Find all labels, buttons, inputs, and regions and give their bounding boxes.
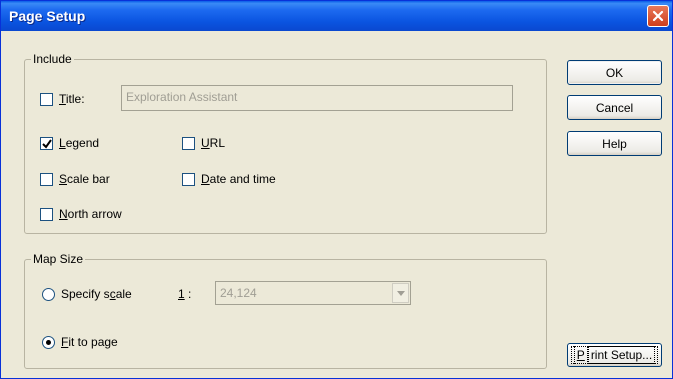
- url-checkbox[interactable]: URL: [182, 136, 225, 150]
- title-checkbox-label: Title:: [59, 92, 85, 106]
- scale-bar-checkbox[interactable]: Scale bar: [40, 172, 110, 186]
- radio-selected-dot: [46, 339, 51, 345]
- ok-button[interactable]: OK: [567, 60, 662, 85]
- fit-to-page-radio[interactable]: Fit to page: [42, 335, 118, 349]
- scale-bar-checkbox-label: Scale bar: [59, 172, 110, 186]
- legend-checkbox-label: Legend: [59, 136, 100, 150]
- scale-combobox[interactable]: 24,124: [215, 281, 411, 305]
- print-setup-label: Print Setup...: [570, 346, 659, 364]
- north-arrow-checkbox-label: North arrow: [59, 207, 122, 221]
- fit-to-page-label: Fit to page: [61, 335, 118, 349]
- print-setup-button[interactable]: Print Setup...: [567, 343, 662, 367]
- title-checkbox[interactable]: Title:: [40, 92, 85, 106]
- legend-checkbox-box[interactable]: [40, 136, 53, 150]
- specify-scale-label: Specify scale: [61, 287, 132, 301]
- help-button[interactable]: Help: [567, 131, 662, 156]
- fit-to-page-radio-circle[interactable]: [42, 335, 55, 349]
- specify-scale-radio[interactable]: Specify scale: [42, 287, 132, 301]
- chevron-down-icon: [396, 290, 405, 296]
- date-time-checkbox-label: Date and time: [201, 172, 276, 186]
- north-arrow-checkbox[interactable]: North arrow: [40, 207, 122, 221]
- map-size-group: Map Size: [24, 252, 547, 369]
- date-time-checkbox-box[interactable]: [182, 172, 195, 186]
- url-checkbox-label: URL: [201, 136, 226, 150]
- scale-bar-checkbox-box[interactable]: [40, 172, 53, 186]
- title-bar[interactable]: Page Setup: [1, 1, 672, 31]
- window-title: Page Setup: [9, 8, 86, 24]
- scale-ratio-label: 1 :: [178, 287, 192, 301]
- scale-value: 24,124: [220, 286, 257, 300]
- specify-scale-radio-circle[interactable]: [42, 287, 55, 301]
- include-group-label: Include: [31, 52, 74, 66]
- map-size-group-label: Map Size: [31, 252, 86, 266]
- close-button[interactable]: [647, 5, 669, 27]
- legend-checkbox[interactable]: Legend: [40, 136, 99, 150]
- cancel-button[interactable]: Cancel: [567, 95, 662, 120]
- title-input[interactable]: Exploration Assistant: [121, 85, 513, 111]
- date-time-checkbox[interactable]: Date and time: [182, 172, 276, 186]
- checkmark-icon: [42, 138, 52, 149]
- north-arrow-checkbox-box[interactable]: [40, 207, 53, 221]
- page-setup-dialog: Page Setup Include Title: Exploration As…: [0, 0, 673, 379]
- title-checkbox-box[interactable]: [40, 92, 53, 106]
- url-checkbox-box[interactable]: [182, 136, 195, 150]
- scale-dropdown-button[interactable]: [392, 283, 409, 303]
- close-icon: [652, 10, 664, 22]
